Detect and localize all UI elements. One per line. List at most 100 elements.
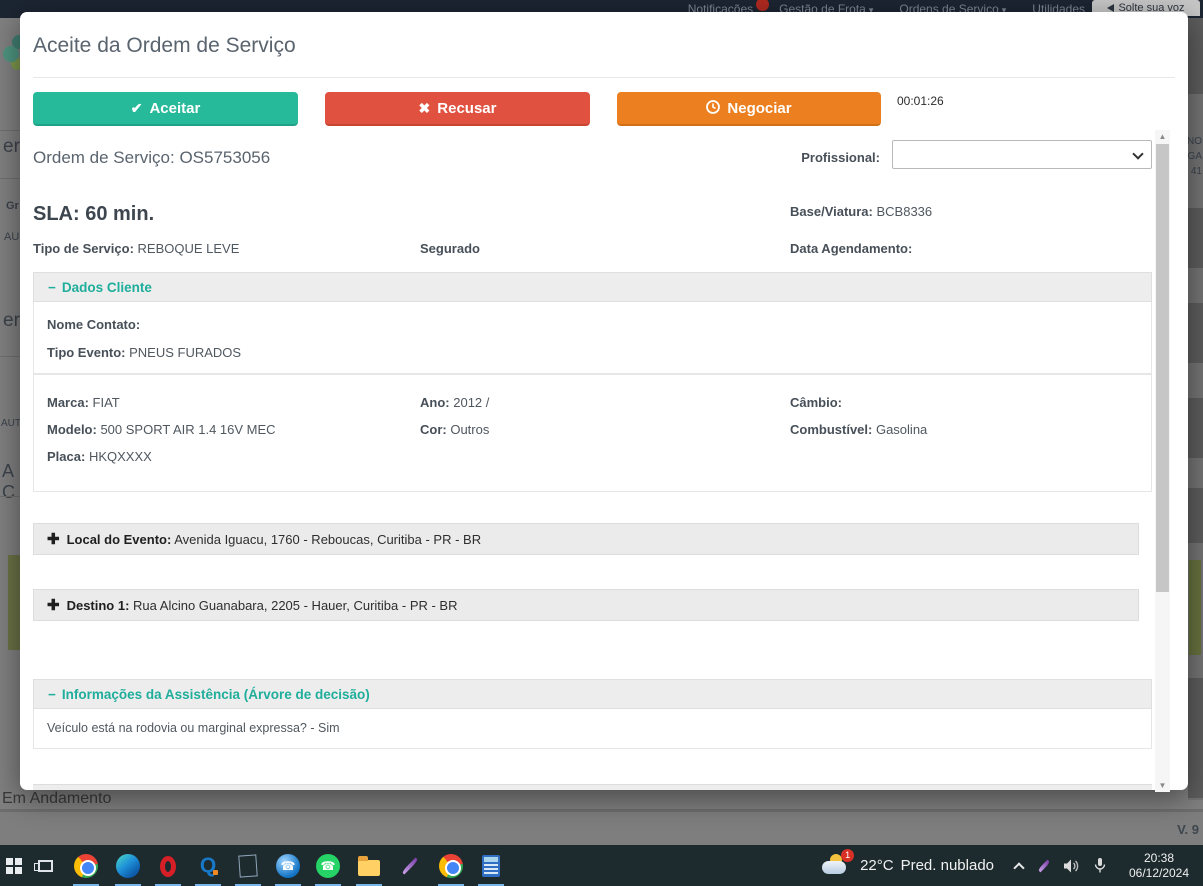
assistance-header-label: Informações da Assistência (Árvore de de…	[61, 686, 370, 702]
quill-icon	[401, 857, 419, 875]
weather-widget[interactable]: 1	[820, 848, 855, 880]
tray-time: 20:38	[1143, 850, 1175, 865]
chrome-taskbar-button[interactable]	[73, 853, 99, 886]
bg-status-em-andamento: Em Andamento	[2, 790, 112, 807]
megaphone-icon	[1107, 4, 1115, 12]
scroll-up-arrow-icon[interactable]: ▲	[1155, 130, 1170, 143]
fuel-line: Combustível: Gasolina	[790, 422, 928, 437]
service-type-line: Tipo de Serviço: REBOQUE LEVE	[33, 241, 240, 256]
scrollbar-thumb[interactable]	[1156, 144, 1169, 592]
opera-icon	[160, 855, 176, 877]
bg-text-fragment: AUT	[1, 418, 21, 429]
insured-label: Segurado	[420, 241, 480, 256]
negotiate-button-label: Negociar	[727, 99, 792, 117]
plate-line: Placa: HKQXXXX	[47, 449, 152, 464]
quill-app-taskbar-button[interactable]	[397, 853, 423, 879]
chrome-icon	[439, 854, 463, 878]
background-left-strip: er Gr AU er AUT A C	[0, 18, 21, 800]
event-location-bar[interactable]: ✚ Local do Evento: Avenida Iguacu, 1760 …	[33, 523, 1139, 555]
bg-footer: V. 9	[0, 812, 1203, 845]
bg-green-button	[8, 555, 20, 650]
bg-green-button	[1189, 560, 1201, 655]
phone-app-taskbar-button[interactable]: ☎	[275, 853, 301, 886]
notepad-taskbar-button[interactable]	[235, 853, 261, 886]
company-logo	[1, 30, 20, 72]
expand-plus-icon: ✚	[47, 531, 60, 548]
file-explorer-taskbar-button[interactable]	[356, 853, 382, 886]
collapse-minus-icon: −	[48, 279, 56, 295]
schedule-date-line: Data Agendamento:	[790, 241, 913, 256]
order-number-title: Ordem de Serviço: OS5753056	[33, 148, 271, 167]
accept-button[interactable]: ✔ Aceitar	[33, 92, 298, 126]
notepad-icon	[238, 854, 258, 878]
next-panel-sliver	[33, 784, 1152, 790]
phone-app-icon: ☎	[276, 854, 300, 878]
bg-text-fragment: er	[3, 310, 20, 331]
windows-logo-icon	[6, 858, 22, 874]
modal-title: Aceite da Ordem de Serviço	[33, 34, 296, 57]
refuse-button-label: Recusar	[437, 99, 497, 117]
task-view-button[interactable]	[32, 853, 58, 879]
event-location-text: Local do Evento: Avenida Iguacu, 1760 - …	[66, 531, 482, 547]
whatsapp-icon: ☎	[316, 854, 340, 878]
task-view-icon	[33, 860, 53, 872]
contact-name-line: Nome Contato:	[47, 317, 141, 332]
chevron-down-icon	[1132, 148, 1144, 160]
speaker-icon[interactable]	[1064, 859, 1081, 873]
quill-tray-icon[interactable]	[1037, 859, 1051, 872]
microphone-icon[interactable]	[1094, 857, 1106, 874]
windows-taskbar: Q ☎ ☎ 1 22°C Pred. nublado 20:38 06/12/2…	[0, 845, 1203, 886]
notification-badge	[756, 0, 770, 11]
client-data-panel-header[interactable]: − Dados Cliente	[33, 272, 1152, 302]
bg-text-fragment: er	[3, 136, 20, 157]
system-tray: 1 22°C Pred. nublado 20:38 06/12/2024	[820, 845, 1203, 886]
gearbox-line: Câmbio:	[790, 395, 842, 410]
negotiate-button[interactable]: Negociar	[617, 92, 881, 126]
start-button[interactable]	[1, 853, 27, 879]
professional-select[interactable]	[892, 140, 1152, 169]
opera-taskbar-button[interactable]	[155, 853, 181, 886]
service-order-accept-modal: Aceite da Ordem de Serviço ✔ Aceitar ✖ R…	[20, 12, 1188, 792]
scroll-down-arrow-icon[interactable]: ▼	[1155, 779, 1170, 792]
assistance-info-panel-header[interactable]: − Informações da Assistência (Árvore de …	[33, 679, 1152, 709]
base-viatura-line: Base/Viatura: BCB8336	[790, 204, 933, 219]
edge-taskbar-button[interactable]	[115, 853, 141, 886]
destination-text: Destino 1: Rua Alcino Guanabara, 2205 - …	[66, 597, 458, 613]
bg-text-fragment: NO	[1187, 136, 1202, 147]
color-line: Cor: Outros	[420, 422, 490, 437]
sla-label: SLA: 60 min.	[33, 203, 155, 225]
whatsapp-taskbar-button[interactable]: ☎	[315, 853, 341, 886]
tray-date: 06/12/2024	[1128, 865, 1190, 880]
chrome2-taskbar-button[interactable]	[438, 853, 464, 886]
event-type-line: Tipo Evento: PNEUS FURADOS	[47, 345, 242, 360]
weather-condition[interactable]: Pred. nublado	[901, 857, 994, 874]
countdown-timer: 00:01:26	[897, 94, 944, 108]
client-data-header-label: Dados Cliente	[61, 279, 152, 295]
app-version-label: V. 9	[1177, 822, 1199, 837]
professional-label: Profissional:	[801, 150, 880, 165]
screen: Notificações Gestão de Frota ▾ Ordens de …	[0, 0, 1203, 886]
clock-widget[interactable]: 20:38 06/12/2024	[1123, 851, 1195, 881]
model-line: Modelo: 500 SPORT AIR 1.4 16V MEC	[47, 422, 276, 437]
show-hidden-icons-chevron[interactable]	[1013, 861, 1025, 874]
brand-line: Marca: FIAT	[47, 395, 120, 410]
collapse-minus-icon: −	[48, 686, 56, 702]
accept-button-label: Aceitar	[149, 99, 201, 117]
weather-temperature[interactable]: 22°C	[860, 857, 894, 874]
modal-scrollbar[interactable]: ▲ ▼	[1155, 130, 1170, 792]
bg-text-fragment: 41	[1190, 166, 1202, 177]
destination-bar[interactable]: ✚ Destino 1: Rua Alcino Guanabara, 2205 …	[33, 589, 1139, 621]
bg-text-fragment: GA	[1187, 151, 1202, 162]
q-app-icon: Q	[199, 854, 219, 877]
clock-icon	[706, 99, 721, 117]
cloud-icon	[822, 860, 847, 874]
x-icon: ✖	[418, 99, 431, 116]
q-app-taskbar-button[interactable]: Q	[195, 853, 221, 886]
weather-badge: 1	[841, 848, 855, 862]
bg-text-fragment: AU	[4, 231, 20, 243]
refuse-button[interactable]: ✖ Recusar	[325, 92, 590, 126]
calculator-icon	[482, 855, 500, 877]
chrome-icon	[74, 854, 98, 878]
calculator-taskbar-button[interactable]	[478, 853, 504, 886]
client-data-panel-body	[33, 302, 1152, 374]
